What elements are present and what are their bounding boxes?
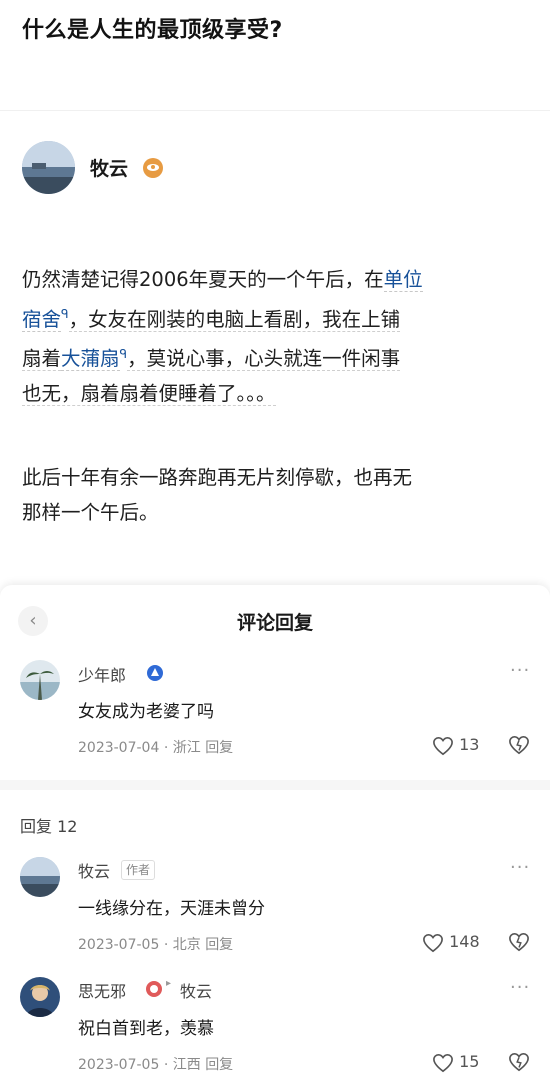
reply-to-name[interactable]: 牧云 (180, 978, 212, 1002)
dislike-button[interactable] (508, 932, 530, 956)
meta-dot: · (163, 1057, 169, 1073)
broken-heart-icon (509, 1052, 529, 1072)
heart-icon (433, 736, 453, 755)
dislike-button[interactable] (508, 735, 530, 759)
answer-text: 仍然清楚记得2006年夏天的一个午后，在 (22, 268, 384, 291)
avatar-landscape-icon (20, 857, 60, 897)
answer-paragraph-1: 仍然清楚记得2006年夏天的一个午后，在单位 宿舍ᑫ，女友在刚装的电脑上看剧，我… (22, 262, 532, 411)
answer-paragraph-2: 此后十年有余一路奔跑再无片刻停歇，也再无 那样一个午后。 (22, 460, 532, 530)
reply-location: 江西 (172, 1057, 201, 1073)
meta-dot: · (163, 740, 169, 756)
like-button[interactable]: 148 (422, 932, 480, 953)
reply-meta: 2023-07-05 · 江西 回复 (78, 1054, 233, 1074)
sheet-title: 评论回复 (236, 612, 313, 634)
more-icon[interactable]: ··· (510, 660, 530, 681)
more-icon[interactable]: ··· (510, 857, 530, 878)
link-unit[interactable]: 单位 (383, 268, 423, 292)
more-icon[interactable]: ··· (510, 977, 530, 998)
reply-date: 2023-07-05 (78, 937, 160, 953)
author-tag: 作者 (121, 860, 156, 880)
reply-location: 北京 (172, 937, 201, 953)
heart-icon (433, 1053, 453, 1072)
reply-link[interactable]: 回复 (205, 1057, 233, 1073)
reply-avatar[interactable] (20, 857, 60, 897)
comment-date: 2023-07-04 (78, 740, 160, 756)
reply-avatar[interactable] (20, 977, 60, 1017)
reply-link[interactable]: 回复 (205, 740, 233, 756)
comment-meta: 2023-07-04 · 浙江 回复 (78, 737, 233, 757)
commenter-name[interactable]: 少年郎 (78, 662, 126, 686)
answer-text: ，女友在刚装的电脑上看剧，我在上铺 (68, 307, 401, 332)
answer-text: ，莫说心事，心头就连一件闲事 (127, 347, 401, 371)
heart-icon (423, 933, 443, 952)
link-dorm[interactable]: 宿舍 (22, 307, 62, 332)
comment-text: 女友成为老婆了吗 (78, 702, 214, 722)
question-title[interactable]: 什么是人生的最顶级享受? (22, 12, 283, 44)
search-icon[interactable]: ᑫ (61, 307, 69, 321)
section-divider (0, 780, 550, 790)
author-name[interactable]: 牧云 (90, 154, 128, 181)
like-count: 148 (449, 932, 480, 951)
like-count: 13 (459, 735, 480, 754)
answer-line: 扇着大蒲扇ᑫ，莫说心事，心头就连一件闲事 (22, 337, 532, 377)
reply-name[interactable]: 牧云 (78, 858, 110, 882)
like-button[interactable]: 13 (432, 735, 479, 756)
answer-line: 宿舍ᑫ，女友在刚装的电脑上看剧，我在上铺 (22, 297, 532, 337)
reply-text: 一线缘分在，天涯未曾分 (78, 899, 265, 919)
reply-link[interactable]: 回复 (205, 937, 233, 953)
reply-date: 2023-07-05 (78, 1057, 160, 1073)
comment-location: 浙江 (172, 740, 201, 756)
like-count: 15 (459, 1052, 480, 1071)
broken-heart-icon (509, 932, 529, 952)
verified-eye-icon (143, 158, 163, 178)
avatar-landscape-icon (22, 141, 75, 194)
answer-line: 此后十年有余一路奔跑再无片刻停歇，也再无 (22, 466, 413, 489)
answer-text: 扇着 (22, 347, 62, 371)
author-avatar[interactable] (22, 141, 75, 194)
divider (0, 110, 550, 111)
search-icon[interactable]: ᑫ (120, 347, 128, 361)
like-button[interactable]: 15 (432, 1052, 479, 1073)
avatar-portrait-icon (20, 977, 60, 1017)
answer-line: 也无，扇着扇着便睡着了。。。 (22, 376, 532, 411)
reply-text: 祝白首到老，羡慕 (78, 1019, 214, 1039)
reply-meta: 2023-07-05 · 北京 回复 (78, 934, 233, 954)
broken-heart-icon (509, 735, 529, 755)
answer-line: 那样一个午后。 (22, 501, 159, 524)
avatar-palm-icon (20, 660, 60, 700)
reply-count: 回复 12 (20, 817, 78, 836)
answer-line: 仍然清楚记得2006年夏天的一个午后，在单位 (22, 262, 532, 297)
answer-text: 也无，扇着扇着便睡着了。。。 (22, 382, 276, 406)
reply-arrow-icon: ▸ (166, 978, 172, 989)
verified-badge-icon (146, 981, 162, 997)
reply-name[interactable]: 思无邪 (78, 978, 126, 1002)
meta-dot: · (163, 937, 169, 953)
link-fan[interactable]: 大蒲扇 (61, 347, 120, 371)
verified-badge-icon (147, 665, 163, 681)
comment-reply-sheet (0, 585, 550, 1087)
commenter-avatar[interactable] (20, 660, 60, 700)
dislike-button[interactable] (508, 1052, 530, 1076)
